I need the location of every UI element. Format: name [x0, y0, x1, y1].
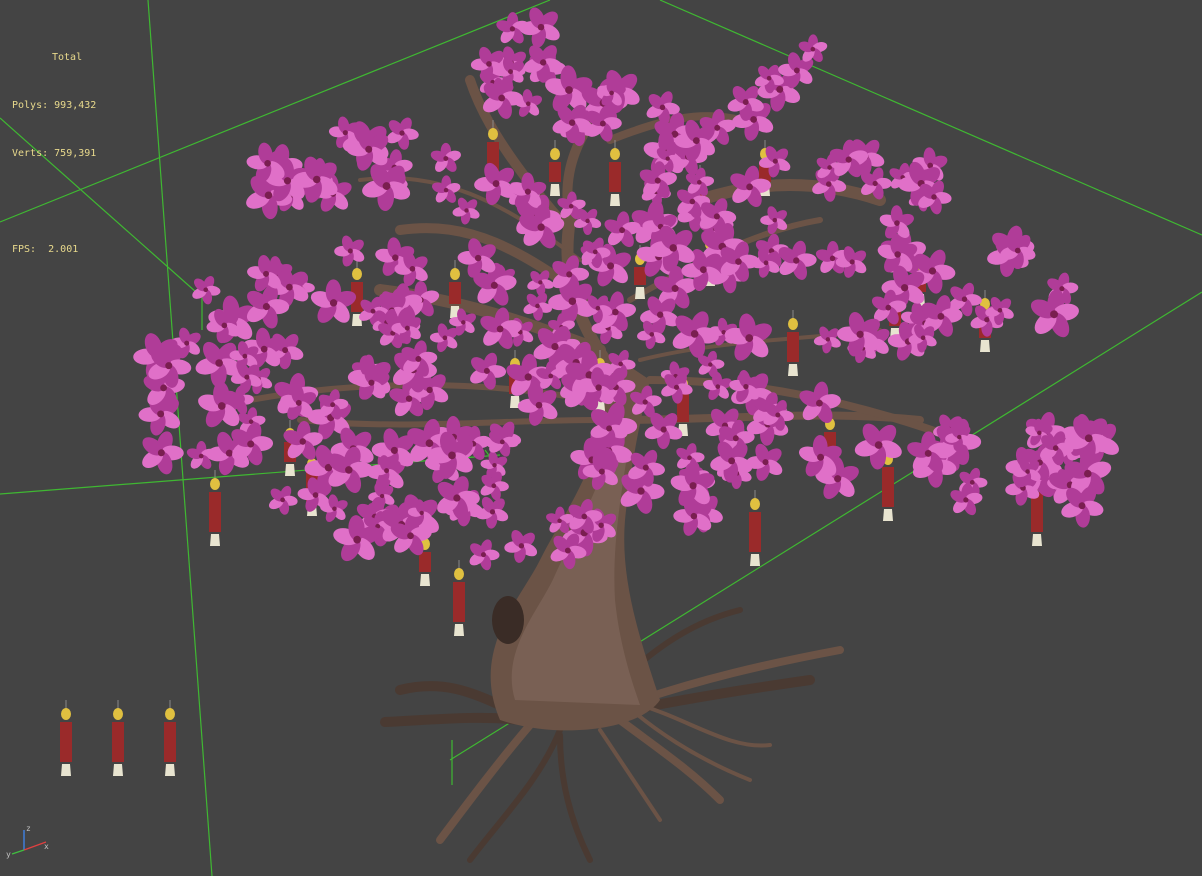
axis-z-label: z — [26, 824, 31, 833]
3d-viewport[interactable]: Total Polys: 993,432 Verts: 759,391 FPS:… — [0, 0, 1202, 876]
fps-row: FPS: 2.001 — [12, 242, 96, 258]
polys-row: Polys: 993,432 — [12, 98, 96, 114]
polys-value: 993,432 — [54, 100, 97, 111]
verts-value: 759,391 — [54, 148, 97, 159]
verts-label: Verts: — [12, 148, 49, 159]
fps-value: 2.001 — [48, 244, 79, 255]
stats-spacer — [12, 194, 96, 210]
scene-canvas[interactable] — [0, 0, 1202, 876]
verts-row: Verts: 759,391 — [12, 146, 96, 162]
stats-title: Total — [52, 52, 83, 63]
fps-label: FPS: — [12, 244, 37, 255]
axis-y-label: y — [6, 850, 11, 859]
polys-label: Polys: — [12, 100, 49, 111]
viewport-statistics: Total Polys: 993,432 Verts: 759,391 FPS:… — [12, 18, 96, 290]
sample-ornaments[interactable] — [60, 700, 176, 776]
axis-x-label: x — [44, 842, 49, 851]
axis-tripod-icon: z x y — [6, 824, 54, 860]
